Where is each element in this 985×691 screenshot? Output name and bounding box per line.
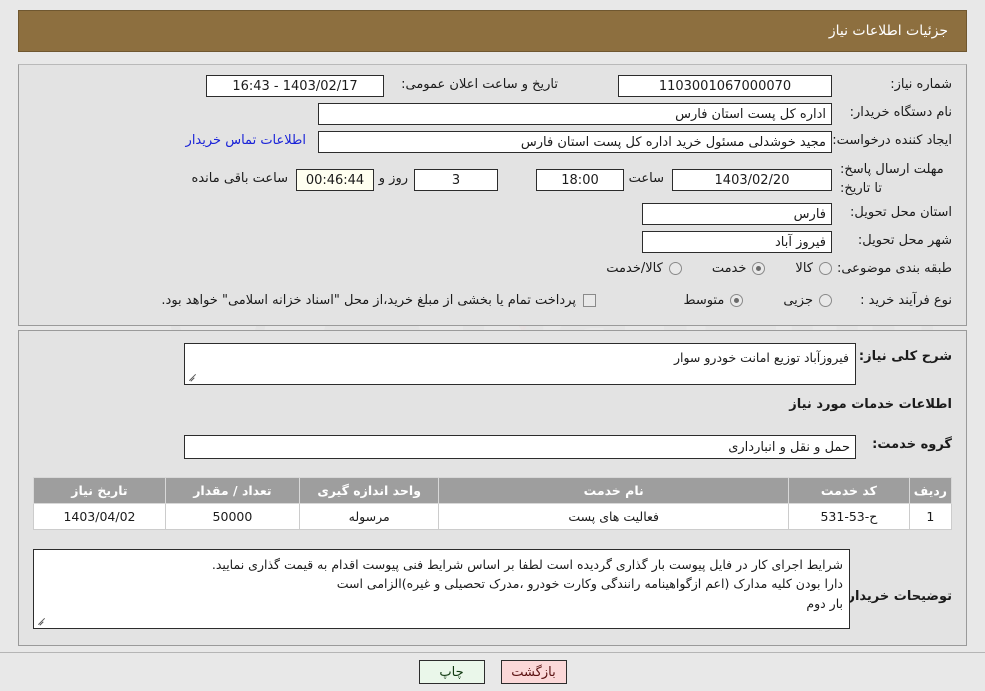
buyer-notes-label-wrap: توضیحات خریدار:	[842, 589, 952, 604]
category-option-kala-khedmat[interactable]: کالا/خدمت	[606, 261, 682, 276]
delivery-city-value: فیروز آباد	[642, 231, 832, 253]
category-option-kala[interactable]: کالا	[795, 261, 832, 276]
deadline-label-wrap: مهلت ارسال پاسخ: تا تاریخ:	[840, 161, 952, 199]
service-group-value: حمل و نقل و انبارداری	[184, 435, 856, 459]
radio-icon[interactable]	[730, 294, 744, 307]
days-remaining-value: 3	[414, 169, 498, 191]
need-number-value: 1103001067000070	[618, 75, 832, 97]
details-panel: شرح کلی نیاز: فیروزآباد توزیع امانت خودر…	[18, 330, 967, 646]
process-type-label-wrap: نوع فرآیند خرید :	[860, 293, 952, 308]
services-section-title-wrap: اطلاعات خدمات مورد نیاز	[789, 397, 952, 412]
buyer-contact-link[interactable]: اطلاعات تماس خریدار	[186, 133, 306, 148]
buyer-notes-line-1: شرایط اجرای کار در فایل پیوست بار گذاری …	[211, 557, 843, 572]
process-radio-group: جزیی متوسط	[683, 293, 832, 308]
cell-quantity: 50000	[164, 503, 300, 530]
announce-datetime-value: 1403/02/17 - 16:43	[206, 75, 384, 97]
radio-icon[interactable]	[668, 262, 682, 275]
service-group-label-wrap: گروه خدمت:	[872, 437, 952, 452]
need-number-label: شماره نیاز:	[890, 77, 952, 92]
category-option-khedmat[interactable]: خدمت	[712, 261, 766, 276]
delivery-province-value: فارس	[642, 203, 832, 225]
category-radio-group: کالا خدمت کالا/خدمت	[606, 261, 832, 276]
need-number-group: شماره نیاز:	[890, 77, 952, 92]
page-title: جزئیات اطلاعات نیاز	[828, 23, 948, 39]
process-option-motavaset[interactable]: متوسط	[683, 293, 744, 308]
process-option-jozii[interactable]: جزیی	[783, 293, 832, 308]
days-and-label-wrap: روز و	[379, 171, 408, 186]
table-header-row: ردیف کد خدمت نام خدمت واحد اندازه گیری ت…	[33, 477, 953, 504]
treasury-checkbox-group[interactable]: پرداخت تمام یا بخشی از مبلغ خرید،از محل …	[161, 293, 596, 308]
cell-unit: مرسوله	[298, 503, 440, 530]
print-button[interactable]: چاپ	[418, 660, 485, 684]
days-and-label: روز و	[378, 171, 408, 186]
countdown-value: 00:46:44	[296, 169, 374, 191]
col-service-name: نام خدمت	[438, 477, 789, 504]
cell-service-code: ح-53-531	[787, 503, 910, 530]
general-description-textarea[interactable]: فیروزآباد توزیع امانت خودرو سوار	[184, 343, 856, 385]
footer-buttons: بازگشت چاپ	[0, 660, 985, 684]
category-option-label: کالا/خدمت	[606, 261, 663, 276]
deadline-label: مهلت ارسال پاسخ: تا تاریخ:	[840, 162, 944, 196]
col-unit: واحد اندازه گیری	[298, 477, 440, 504]
deadline-date-value: 1403/02/20	[672, 169, 832, 191]
process-option-label: جزیی	[783, 293, 813, 308]
radio-icon[interactable]	[819, 262, 832, 275]
buyer-notes-line-2: دارا بودن کلیه مدارک (اعم ازگواهینامه را…	[336, 576, 843, 592]
buyer-notes-line-3: بار دوم	[806, 595, 843, 611]
radio-icon[interactable]	[752, 262, 766, 275]
resize-grip-icon[interactable]	[37, 617, 46, 626]
process-type-label: نوع فرآیند خرید :	[860, 293, 952, 308]
service-group-label: گروه خدمت:	[872, 437, 952, 452]
delivery-city-label-wrap: شهر محل تحویل:	[858, 233, 952, 248]
deadline-time-value: 18:00	[536, 169, 624, 191]
general-description-value: فیروزآباد توزیع امانت خودرو سوار	[673, 350, 849, 365]
hour-label: ساعت	[628, 171, 664, 186]
table-row: 1 ح-53-531 فعالیت های پست مرسوله 50000 1…	[33, 503, 953, 530]
category-label-wrap: طبقه بندی موضوعی:	[837, 261, 952, 276]
checkbox-icon[interactable]	[583, 294, 596, 307]
buyer-org-value: اداره کل پست استان فارس	[318, 103, 832, 125]
hour-label-wrap: ساعت	[629, 171, 664, 186]
col-need-date: تاریخ نیاز	[33, 477, 166, 504]
col-row-no: ردیف	[908, 477, 953, 504]
services-section-title: اطلاعات خدمات مورد نیاز	[789, 397, 952, 412]
col-quantity: تعداد / مقدار	[164, 477, 300, 504]
cell-need-date: 1403/04/02	[33, 503, 166, 530]
page-title-bar: جزئیات اطلاعات نیاز	[18, 10, 967, 52]
delivery-province-label-wrap: استان محل تحویل:	[850, 205, 952, 220]
buyer-contact-link-wrap[interactable]: اطلاعات تماس خریدار	[186, 133, 306, 148]
delivery-city-label: شهر محل تحویل:	[857, 233, 952, 248]
category-option-label: خدمت	[711, 261, 747, 276]
resize-grip-icon[interactable]	[188, 373, 197, 382]
back-button[interactable]: بازگشت	[500, 660, 567, 684]
requester-label-wrap: ایجاد کننده درخواست:	[832, 133, 952, 148]
buyer-notes-textarea[interactable]: شرایط اجرای کار در فایل پیوست بار گذاری …	[33, 549, 850, 629]
buyer-org-label-wrap: نام دستگاه خریدار:	[850, 105, 952, 120]
page-root: riaTender .net جزئیات اطلاعات نیاز شماره…	[0, 0, 985, 691]
delivery-province-label: استان محل تحویل:	[850, 205, 952, 220]
general-description-label-wrap: شرح کلی نیاز:	[859, 349, 952, 364]
remaining-label-wrap: ساعت باقی مانده	[192, 171, 288, 186]
announce-datetime-label: تاریخ و ساعت اعلان عمومی:	[401, 77, 558, 92]
radio-icon[interactable]	[819, 294, 832, 307]
need-info-panel: شماره نیاز: 1103001067000070 تاریخ و ساع…	[18, 64, 967, 326]
process-option-label: متوسط	[683, 293, 725, 308]
remaining-label: ساعت باقی مانده	[191, 171, 288, 186]
cell-row-no: 1	[908, 503, 953, 530]
buyer-notes-label: توضیحات خریدار:	[842, 589, 952, 604]
announce-datetime-label-wrap: تاریخ و ساعت اعلان عمومی:	[401, 77, 558, 92]
footer-divider	[0, 652, 985, 653]
col-service-code: کد خدمت	[787, 477, 910, 504]
buyer-org-label: نام دستگاه خریدار:	[849, 105, 952, 120]
treasury-checkbox-label: پرداخت تمام یا بخشی از مبلغ خرید،از محل …	[161, 293, 576, 308]
requester-value: مجید خوشدلی مسئول خرید اداره کل پست استا…	[318, 131, 832, 153]
cell-service-name: فعالیت های پست	[438, 503, 789, 530]
category-option-label: کالا	[795, 261, 813, 276]
general-description-label: شرح کلی نیاز:	[858, 349, 952, 364]
category-label: طبقه بندی موضوعی:	[836, 261, 952, 276]
requester-label: ایجاد کننده درخواست:	[832, 133, 952, 148]
services-table: ردیف کد خدمت نام خدمت واحد اندازه گیری ت…	[33, 477, 953, 530]
